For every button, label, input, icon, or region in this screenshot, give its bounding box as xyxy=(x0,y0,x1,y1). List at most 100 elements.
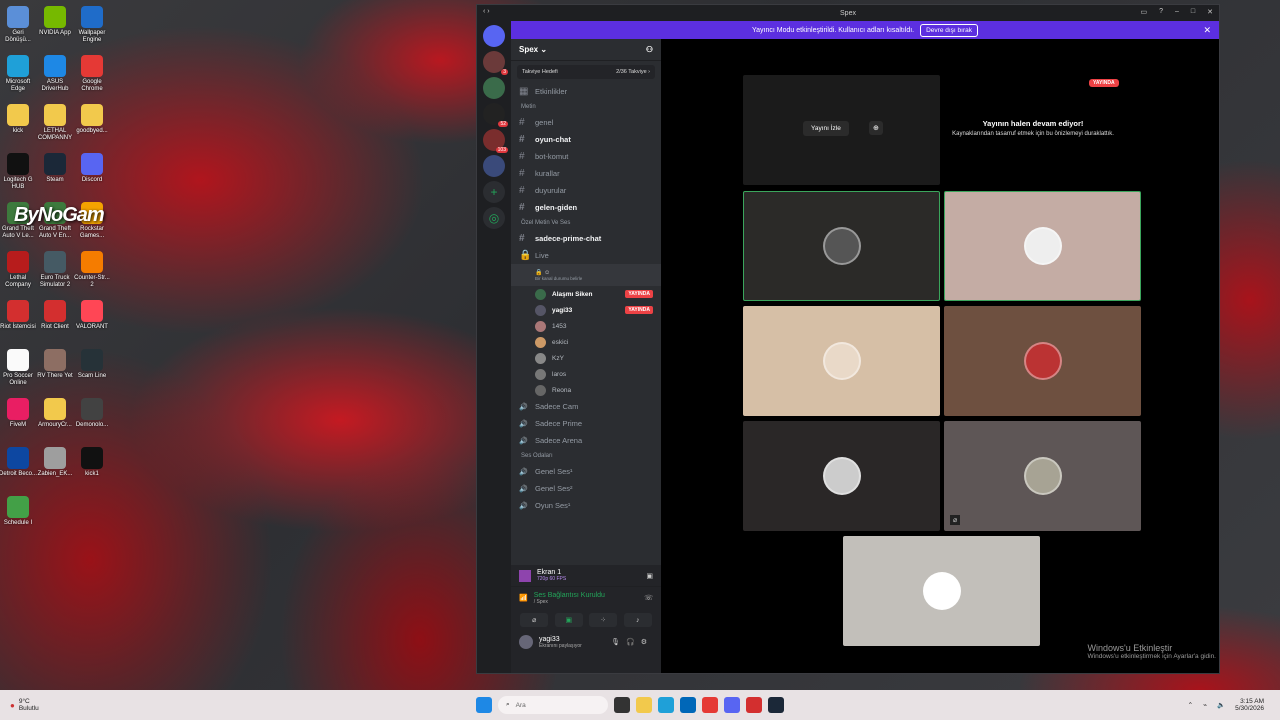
category-ses-odalari[interactable]: Ses Odaları xyxy=(511,449,661,463)
chrome-icon[interactable] xyxy=(702,697,718,713)
voice-user[interactable]: eskici xyxy=(511,334,661,350)
taskbar-search[interactable]: ⌕ Ara xyxy=(498,696,608,714)
add-server-icon[interactable]: + xyxy=(483,181,505,203)
desktop-icon[interactable]: kick xyxy=(0,104,37,135)
participant-tile[interactable] xyxy=(944,306,1141,416)
store-icon[interactable] xyxy=(680,697,696,713)
desktop-icon[interactable]: Euro Truck Simulator 2 xyxy=(36,251,74,289)
desktop-icon[interactable]: Riot İstemcisi xyxy=(0,300,37,331)
desktop-icon[interactable]: Microsoft Edge xyxy=(0,55,37,93)
desktop-icon[interactable]: Google Chrome xyxy=(73,55,111,93)
participant-tile[interactable] xyxy=(743,421,940,531)
disable-streamer-mode-button[interactable]: Devre dışı bırak xyxy=(920,23,978,37)
desktop-icon[interactable]: NVIDIA App xyxy=(36,6,74,37)
voice-user[interactable]: KzY xyxy=(511,350,661,366)
steam-icon[interactable] xyxy=(768,697,784,713)
desktop-icon[interactable]: ArmouryCr... xyxy=(36,398,74,429)
channel-item[interactable]: # genel xyxy=(511,114,661,131)
start-icon[interactable] xyxy=(476,697,492,713)
channel-item[interactable]: # gelen-giden xyxy=(511,199,661,216)
voice-user[interactable]: laros xyxy=(511,366,661,382)
category-ozel[interactable]: Özel Metin Ve Ses xyxy=(511,216,661,230)
connection-status[interactable]: Ses Bağlantısı Kuruldu xyxy=(534,592,605,599)
invite-icon[interactable]: ⚇ xyxy=(646,45,653,54)
edge-icon[interactable] xyxy=(658,697,674,713)
desktop-icon[interactable]: LETHAL COMPANNY xyxy=(36,104,74,142)
popout-icon[interactable]: ⊕ xyxy=(869,121,883,135)
server-icon[interactable] xyxy=(483,77,505,99)
voice-channel-item[interactable]: 🔊 Sadece Prime xyxy=(511,415,661,432)
participant-tile[interactable] xyxy=(743,306,940,416)
help-icon[interactable]: ? xyxy=(1159,8,1163,16)
headphones-icon[interactable]: 🎧 xyxy=(626,639,641,646)
minimize-icon[interactable]: – xyxy=(1175,8,1179,16)
inbox-icon[interactable]: ▭ xyxy=(1140,8,1147,16)
desktop-icon[interactable]: Detroit Beco... xyxy=(0,447,37,478)
participant-tile[interactable] xyxy=(843,536,1040,646)
share-screen-button[interactable]: ▣ xyxy=(554,613,583,627)
server-header[interactable]: Spex ⌄ ⚇ xyxy=(511,39,661,61)
network-icon[interactable]: ⌁ xyxy=(1203,701,1207,709)
file-explorer-icon[interactable] xyxy=(636,697,652,713)
server-icon[interactable]: 3 xyxy=(483,51,508,75)
tray-chevron-icon[interactable]: ⌃ xyxy=(1188,701,1193,709)
channel-live[interactable]: 🔒 Live xyxy=(511,247,661,264)
voice-user[interactable]: 1453 xyxy=(511,318,661,334)
discover-icon[interactable]: ◎ xyxy=(483,207,505,229)
channel-item[interactable]: # bot-komut xyxy=(511,148,661,165)
volume-icon[interactable]: 🔈 xyxy=(1217,701,1225,709)
maximize-icon[interactable]: □ xyxy=(1191,8,1195,16)
desktop-icon[interactable]: Riot Client xyxy=(36,300,74,331)
discord-icon[interactable] xyxy=(724,697,740,713)
settings-icon[interactable]: ⚙ xyxy=(641,639,653,646)
clock[interactable]: 3:15 AM 5/30/2026 xyxy=(1235,698,1264,712)
boost-goal[interactable]: Takviye Hedefi 2/36 Takviye › xyxy=(517,65,655,79)
voice-user[interactable]: Alaşmı Siken YAYINDA xyxy=(511,286,661,302)
desktop-icon[interactable]: Zabien_EK... xyxy=(36,447,74,478)
participant-tile[interactable] xyxy=(944,191,1141,301)
voice-user[interactable]: yagi33 YAYINDA xyxy=(511,302,661,318)
server-icon[interactable] xyxy=(483,155,505,177)
camera-button[interactable]: ⌀ xyxy=(520,613,549,627)
desktop-icon[interactable]: Geri Dönüşü... xyxy=(0,6,37,44)
desktop-icon[interactable]: Pro Soccer Online xyxy=(0,349,37,387)
desktop-icon[interactable]: Wallpaper Engine xyxy=(73,6,111,44)
channel-item[interactable]: # kurallar xyxy=(511,165,661,182)
stop-share-icon[interactable]: ▣ xyxy=(646,572,653,580)
participant-tile[interactable] xyxy=(743,191,940,301)
desktop-icon[interactable]: Counter-Str... 2 xyxy=(73,251,111,289)
channel-sadece-prime-chat[interactable]: # sadece-prime-chat xyxy=(511,230,661,247)
desktop-icon[interactable]: FiveM xyxy=(0,398,37,429)
microphone-icon[interactable]: 🎙 xyxy=(611,639,626,646)
watch-stream-button[interactable]: Yayını İzle xyxy=(803,121,849,136)
channel-item[interactable]: # oyun-chat xyxy=(511,131,661,148)
voice-channel-item[interactable]: 🔊 Oyun Ses¹ xyxy=(511,497,661,514)
voice-channel-item[interactable]: 🔊 Sadece Cam xyxy=(511,398,661,415)
desktop-icon[interactable]: kick1 xyxy=(73,447,111,478)
user-avatar[interactable] xyxy=(519,635,533,649)
server-icon[interactable]: 52 xyxy=(483,103,508,127)
desktop-icon[interactable]: Discord xyxy=(73,153,111,184)
desktop-icon[interactable]: ASUS DriverHub xyxy=(36,55,74,93)
voice-user[interactable]: Reona xyxy=(511,382,661,398)
banner-close-icon[interactable]: ✕ xyxy=(1203,25,1211,36)
category-metin[interactable]: Metin xyxy=(511,100,661,114)
home-icon[interactable] xyxy=(483,25,505,47)
task-view-icon[interactable] xyxy=(614,697,630,713)
voice-channel-item[interactable]: 🔊 Sadece Arena xyxy=(511,432,661,449)
voice-channel-item[interactable]: 🔊 Genel Ses² xyxy=(511,480,661,497)
desktop-icon[interactable]: Demonolo... xyxy=(73,398,111,429)
soundboard-button[interactable]: ♪ xyxy=(623,613,652,627)
activities-button[interactable]: ⁘ xyxy=(589,613,618,627)
riot-icon[interactable] xyxy=(746,697,762,713)
weather-widget[interactable]: ● 9°C Bulutlu xyxy=(10,698,39,712)
desktop-icon[interactable]: goodbyed... xyxy=(73,104,111,135)
channel-item[interactable]: # duyurular xyxy=(511,182,661,199)
participant-tile[interactable]: ⌀ xyxy=(944,421,1141,531)
desktop-icon[interactable]: Logitech G HUB xyxy=(0,153,37,191)
desktop-icon[interactable]: Scam Line xyxy=(73,349,111,380)
active-voice-channel[interactable]: 🔒 ☺ Bir kanal durumu belirle xyxy=(511,264,661,286)
disconnect-icon[interactable]: ☏ xyxy=(644,594,653,602)
events-item[interactable]: ▦ Etkinlikler xyxy=(511,83,661,100)
desktop-icon[interactable]: RV There Yet xyxy=(36,349,74,380)
